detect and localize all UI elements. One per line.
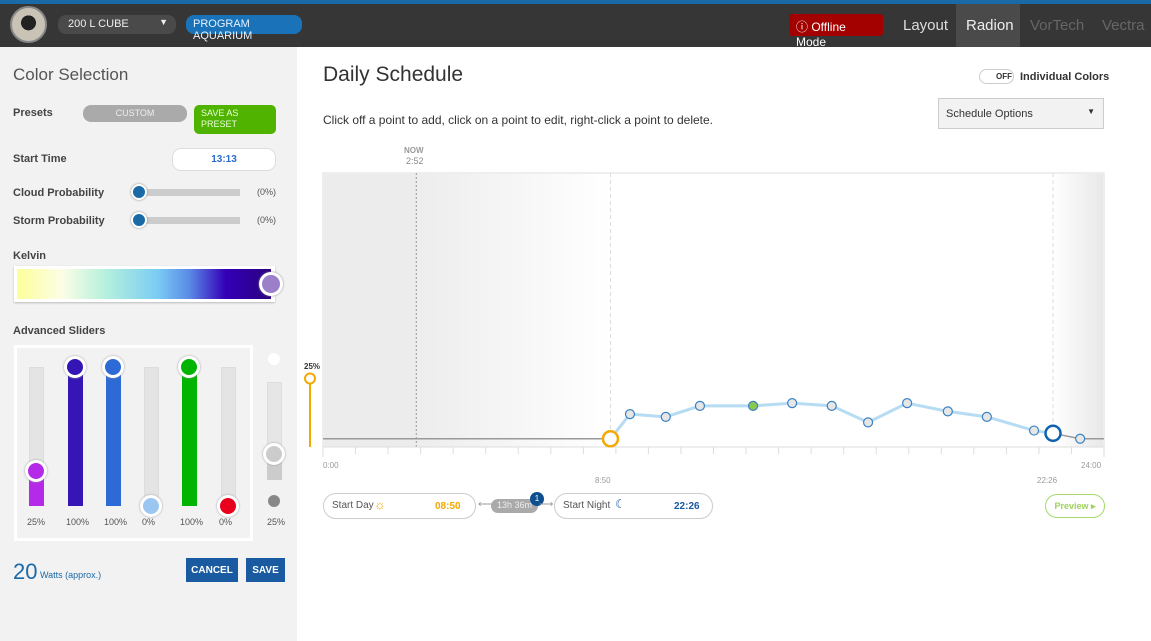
day-mark-label: 8:50 [595,476,611,485]
schedule-point[interactable] [862,417,874,428]
intensity-slider-point[interactable] [304,372,316,385]
schedule-chart[interactable] [0,0,1151,641]
selected-point[interactable] [747,400,759,411]
axis-end-label: 24:00 [1081,461,1102,470]
preview-button[interactable]: Preview ▸ [1045,494,1105,518]
schedule-point[interactable] [942,406,953,417]
arrow-right-icon: ⟶ [539,499,554,510]
schedule-point[interactable] [1028,425,1040,436]
start-day-point[interactable] [601,430,620,448]
night-shade [1053,174,1103,447]
start-day-label: Start Day [332,500,374,511]
start-day-time: 08:50 [435,501,461,512]
start-night-point[interactable] [1044,424,1062,443]
schedule-point[interactable] [981,411,992,422]
axis-start-label: 0:00 [323,461,339,470]
sun-icon: ☼ [374,497,386,512]
night-shade [324,174,612,447]
schedule-point[interactable] [660,411,671,422]
night-mark-label: 22:26 [1037,476,1058,485]
preview-label: Preview [1054,501,1089,511]
schedule-point[interactable] [624,409,636,420]
start-day-control[interactable]: Start Day ☼ 08:50 [323,493,476,519]
moon-icon: ☾ [615,497,626,511]
schedule-point[interactable] [902,398,913,409]
schedule-point[interactable] [826,400,837,411]
start-night-control[interactable]: Start Night ☾ 22:26 [554,493,713,519]
schedule-point[interactable] [787,398,798,409]
start-night-time: 22:26 [674,501,700,512]
start-night-label: Start Night [563,500,611,511]
schedule-point[interactable] [1075,433,1086,444]
schedule-point[interactable] [694,400,706,411]
